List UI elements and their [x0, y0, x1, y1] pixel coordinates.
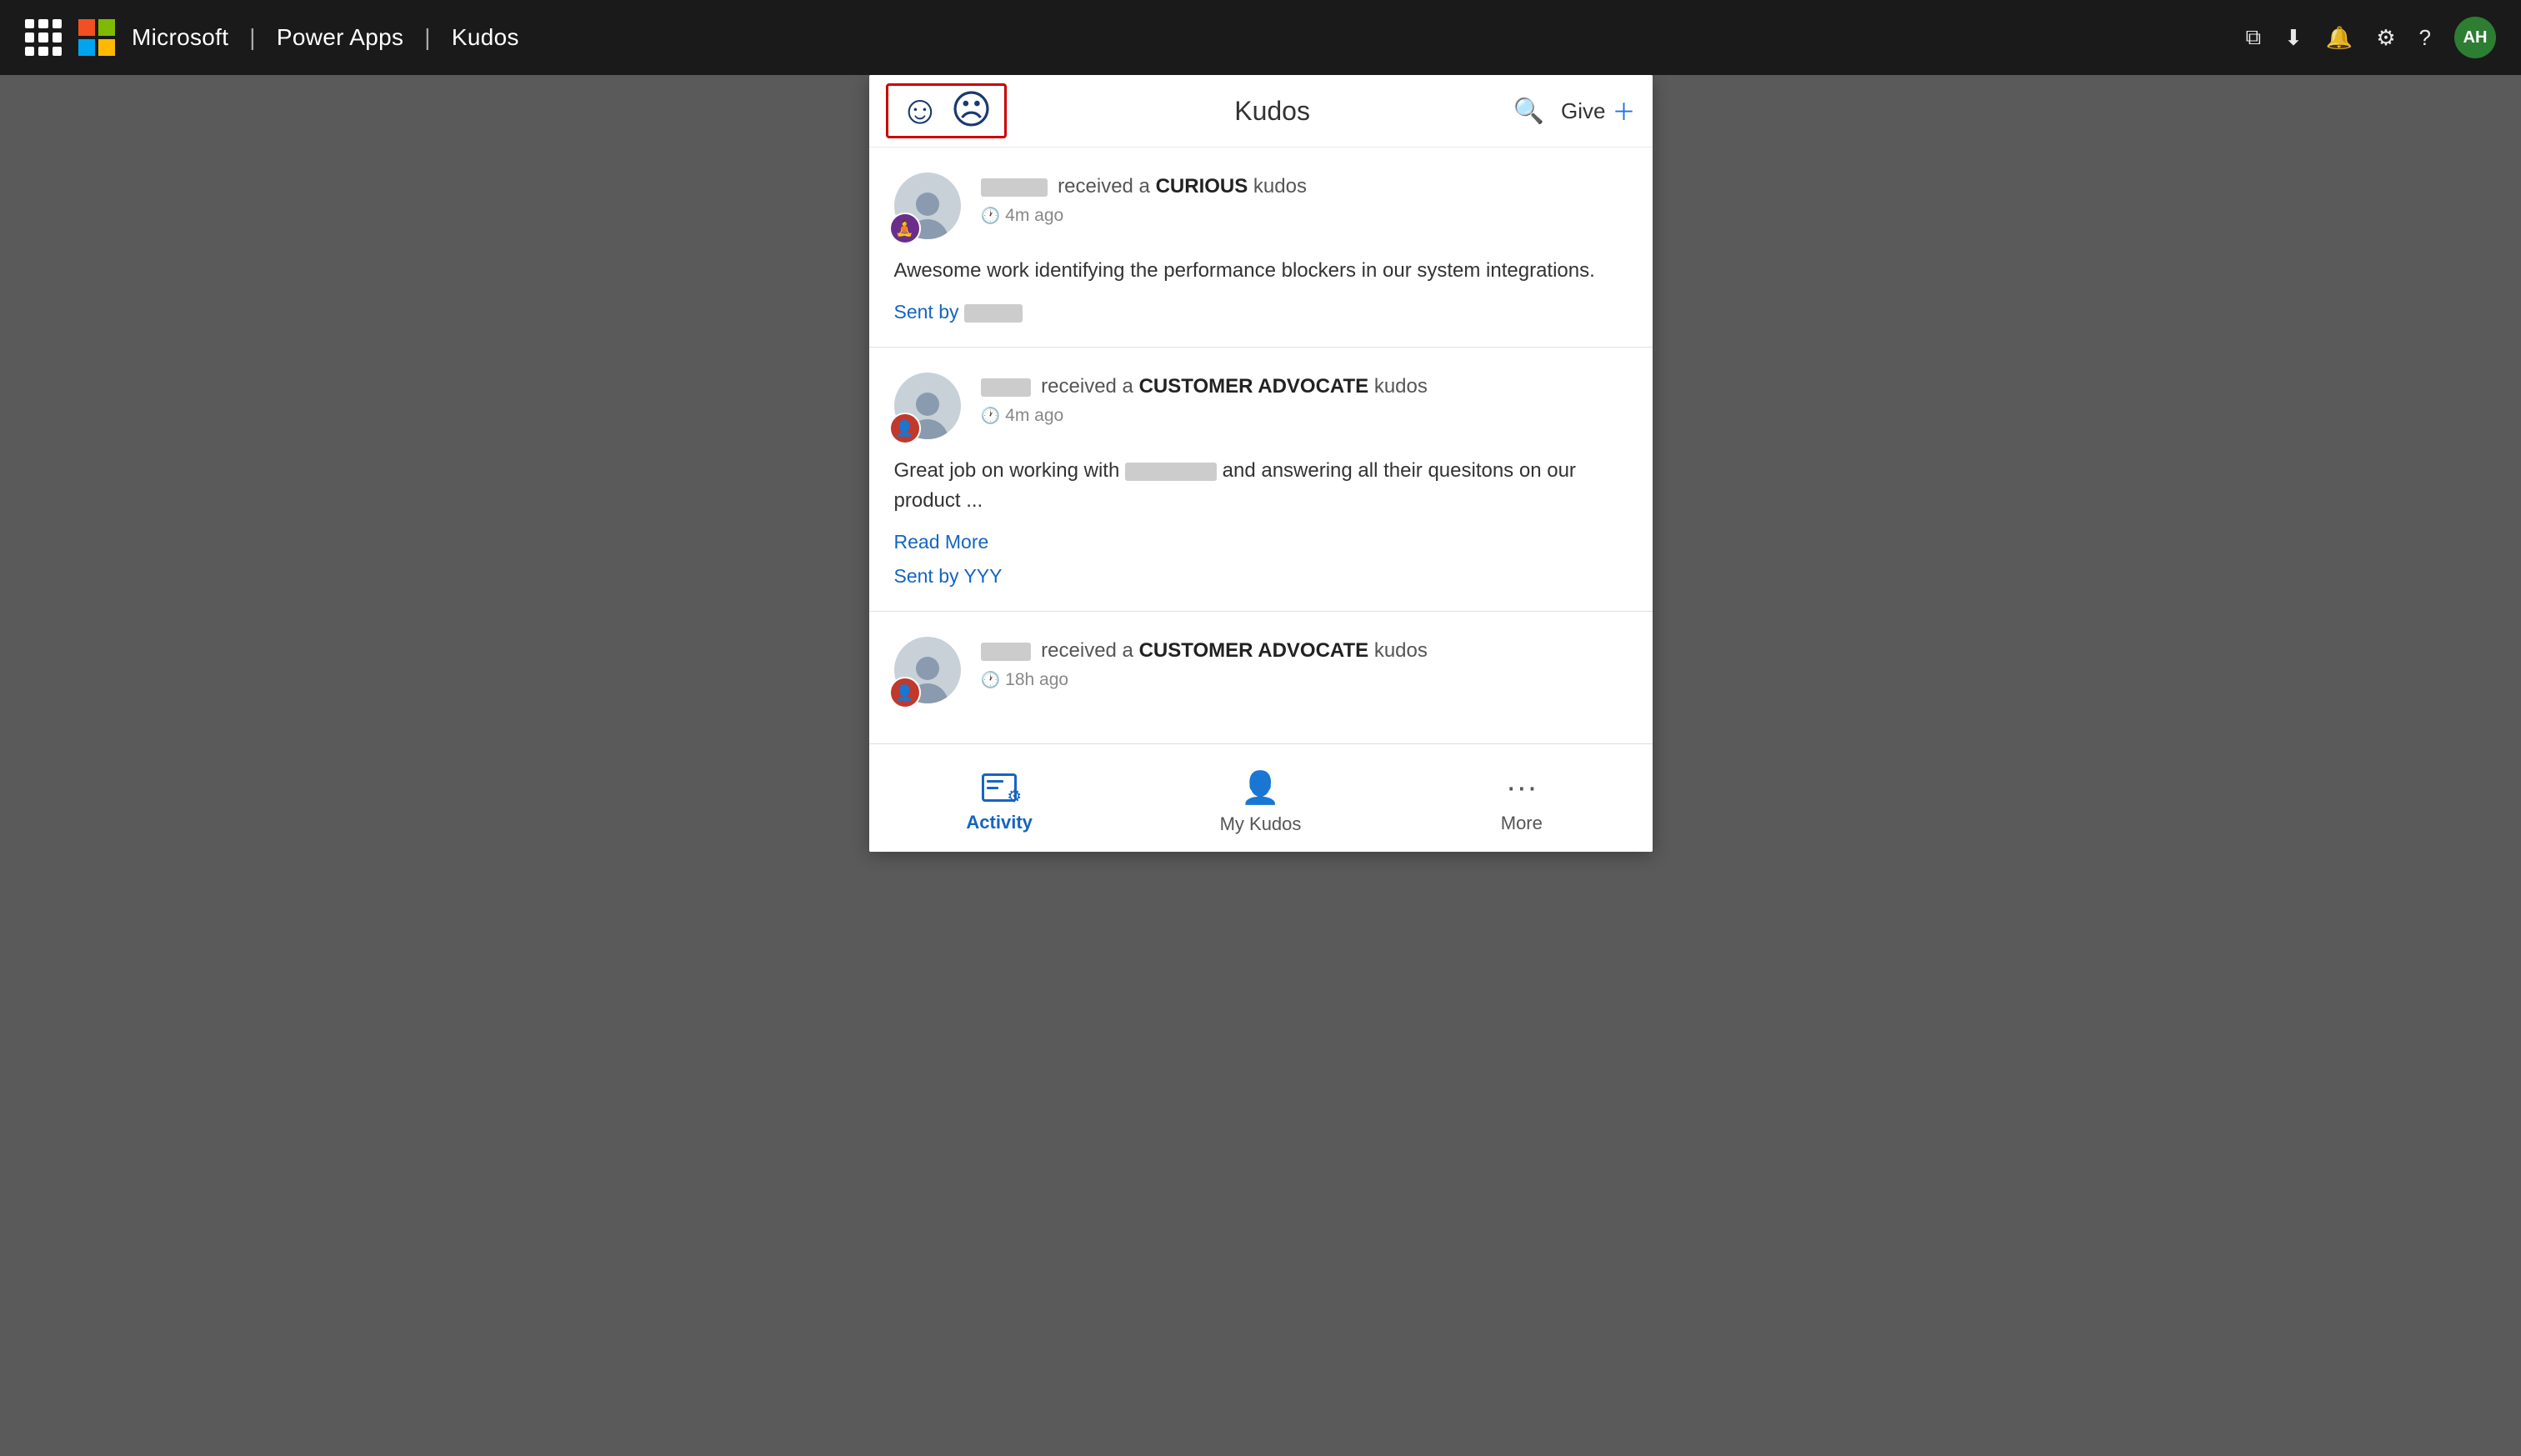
- feed-item-2-meta: received a CUSTOMER ADVOCATE kudos 🕐 4m …: [981, 373, 1628, 426]
- recipient-2-name-blur: [981, 378, 1031, 397]
- bottom-nav-my-kudos[interactable]: 👤 My Kudos: [1130, 744, 1391, 852]
- person-head-3: [916, 657, 939, 680]
- top-navigation-bar: Microsoft | Power Apps | Kudos ⧉ ⬇ 🔔 ⚙ ?…: [0, 0, 2521, 75]
- badge-icon-1: 🧘: [895, 220, 913, 238]
- colleague-name-blur: [1125, 463, 1217, 481]
- kudos-type-1: CURIOUS: [1156, 175, 1248, 198]
- microsoft-logo-icon: [78, 19, 115, 56]
- recipient-1-name-blur: [981, 178, 1048, 197]
- face-icons-selection-box[interactable]: ☺ ☹: [886, 83, 1007, 138]
- app-separator: |: [424, 24, 431, 51]
- feed-item-1-recipient-line: received a CURIOUS kudos: [981, 173, 1628, 201]
- time-1: 4m ago: [1005, 206, 1063, 226]
- bottom-nav-more[interactable]: ··· More: [1391, 744, 1652, 852]
- bottom-nav-activity[interactable]: ⚙ Activity: [869, 744, 1130, 852]
- user-avatar[interactable]: AH: [2454, 17, 2496, 58]
- my-kudos-person-icon: 👤: [1241, 770, 1280, 807]
- feed-item-3-avatar-area: 👤: [894, 637, 961, 703]
- give-plus-icon: ＋: [1612, 94, 1635, 128]
- more-label: More: [1501, 813, 1543, 834]
- badge-icon-3: 👤: [895, 684, 913, 702]
- activity-lines: [987, 780, 1003, 789]
- feed-item-3-recipient-line: received a CUSTOMER ADVOCATE kudos: [981, 637, 1628, 665]
- recipient-3-name-blur: [981, 643, 1031, 661]
- feed-item-3-header: 👤 received a CUSTOMER ADVOCATE kudos 🕐 1…: [894, 637, 1628, 703]
- feed-item-1-sent-by[interactable]: Sent by: [894, 301, 1628, 323]
- app-header-row: ☺ ☹ Kudos 🔍 Give ＋: [869, 75, 1653, 148]
- activity-label: Activity: [966, 812, 1032, 833]
- give-label: Give: [1561, 98, 1605, 124]
- give-button[interactable]: Give ＋: [1561, 94, 1635, 128]
- more-ellipsis-icon: ···: [1506, 770, 1538, 806]
- kudos-badge-2: 👤: [889, 413, 921, 444]
- waffle-menu-icon[interactable]: [25, 19, 62, 56]
- main-content-wrapper: ☺ ☹ Kudos 🔍 Give ＋: [869, 75, 1653, 852]
- feed-item-3-time: 🕐 18h ago: [981, 670, 1628, 690]
- kudos-type-2: CUSTOMER ADVOCATE: [1139, 375, 1369, 398]
- time-3: 18h ago: [1005, 670, 1068, 690]
- feed-item-1-time: 🕐 4m ago: [981, 206, 1628, 226]
- help-question-icon[interactable]: ?: [2419, 25, 2431, 51]
- activity-gear-icon: ⚙: [1007, 786, 1022, 807]
- notification-bell-icon[interactable]: 🔔: [2326, 25, 2353, 51]
- top-bar-right: ⧉ ⬇ 🔔 ⚙ ? AH: [2245, 17, 2496, 58]
- time-2: 4m ago: [1005, 406, 1063, 426]
- happy-face-icon[interactable]: ☺: [900, 91, 941, 131]
- feed-item-1-body: Awesome work identifying the performance…: [894, 256, 1628, 286]
- feed-item-1-header: 🧘 received a CURIOUS kudos 🕐 4m ago: [894, 173, 1628, 239]
- feed-item-1-avatar-area: 🧘: [894, 173, 961, 239]
- feed-item-3-meta: received a CUSTOMER ADVOCATE kudos 🕐 18h…: [981, 637, 1628, 690]
- person-head: [916, 193, 939, 216]
- clock-icon-1: 🕐: [981, 206, 1001, 226]
- panel-title: Kudos: [1032, 96, 1513, 127]
- badge-icon-2: 👤: [895, 420, 913, 438]
- sad-face-icon[interactable]: ☹: [951, 91, 993, 131]
- kudos-type-3: CUSTOMER ADVOCATE: [1139, 639, 1369, 662]
- feed-item-2-time: 🕐 4m ago: [981, 406, 1628, 426]
- person-head-2: [916, 393, 939, 416]
- app-name: Power Apps: [277, 24, 403, 51]
- top-bar-left: Microsoft | Power Apps | Kudos: [25, 19, 519, 56]
- sender-1-blur: [964, 304, 1023, 323]
- brand-separator: |: [249, 24, 256, 51]
- app-sub-name: Kudos: [452, 24, 519, 51]
- read-more-link-2[interactable]: Read More: [894, 531, 1628, 553]
- feed-item-3: 👤 received a CUSTOMER ADVOCATE kudos 🕐 1…: [869, 612, 1653, 743]
- brand-name: Microsoft: [132, 24, 228, 51]
- activity-icon: ⚙: [978, 772, 1020, 805]
- search-icon[interactable]: 🔍: [1513, 97, 1544, 126]
- feed-item-2-sent-by[interactable]: Sent by YYY: [894, 565, 1628, 588]
- feed-item-2-recipient-line: received a CUSTOMER ADVOCATE kudos: [981, 373, 1628, 401]
- app-panel: ☺ ☹ Kudos 🔍 Give ＋: [869, 75, 1653, 852]
- feed-item-2-avatar-area: 👤: [894, 373, 961, 439]
- feed-item-2-body: Great job on working with and answering …: [894, 456, 1628, 516]
- clock-icon-3: 🕐: [981, 670, 1001, 690]
- download-icon[interactable]: ⬇: [2284, 25, 2303, 51]
- kudos-badge-1: 🧘: [889, 213, 921, 244]
- my-kudos-label: My Kudos: [1220, 813, 1302, 835]
- feed-item-2: 👤 received a CUSTOMER ADVOCATE kudos 🕐 4…: [869, 348, 1653, 612]
- feed-item-1-meta: received a CURIOUS kudos 🕐 4m ago: [981, 173, 1628, 226]
- kudos-badge-3: 👤: [889, 677, 921, 708]
- bottom-navigation: ⚙ Activity 👤 My Kudos ··· More: [869, 743, 1653, 852]
- share-icon[interactable]: ⧉: [2245, 24, 2261, 51]
- feed-item-2-header: 👤 received a CUSTOMER ADVOCATE kudos 🕐 4…: [894, 373, 1628, 439]
- feed-item-1: 🧘 received a CURIOUS kudos 🕐 4m ago Awes…: [869, 148, 1653, 348]
- clock-icon-2: 🕐: [981, 406, 1001, 426]
- settings-gear-icon[interactable]: ⚙: [2376, 25, 2395, 51]
